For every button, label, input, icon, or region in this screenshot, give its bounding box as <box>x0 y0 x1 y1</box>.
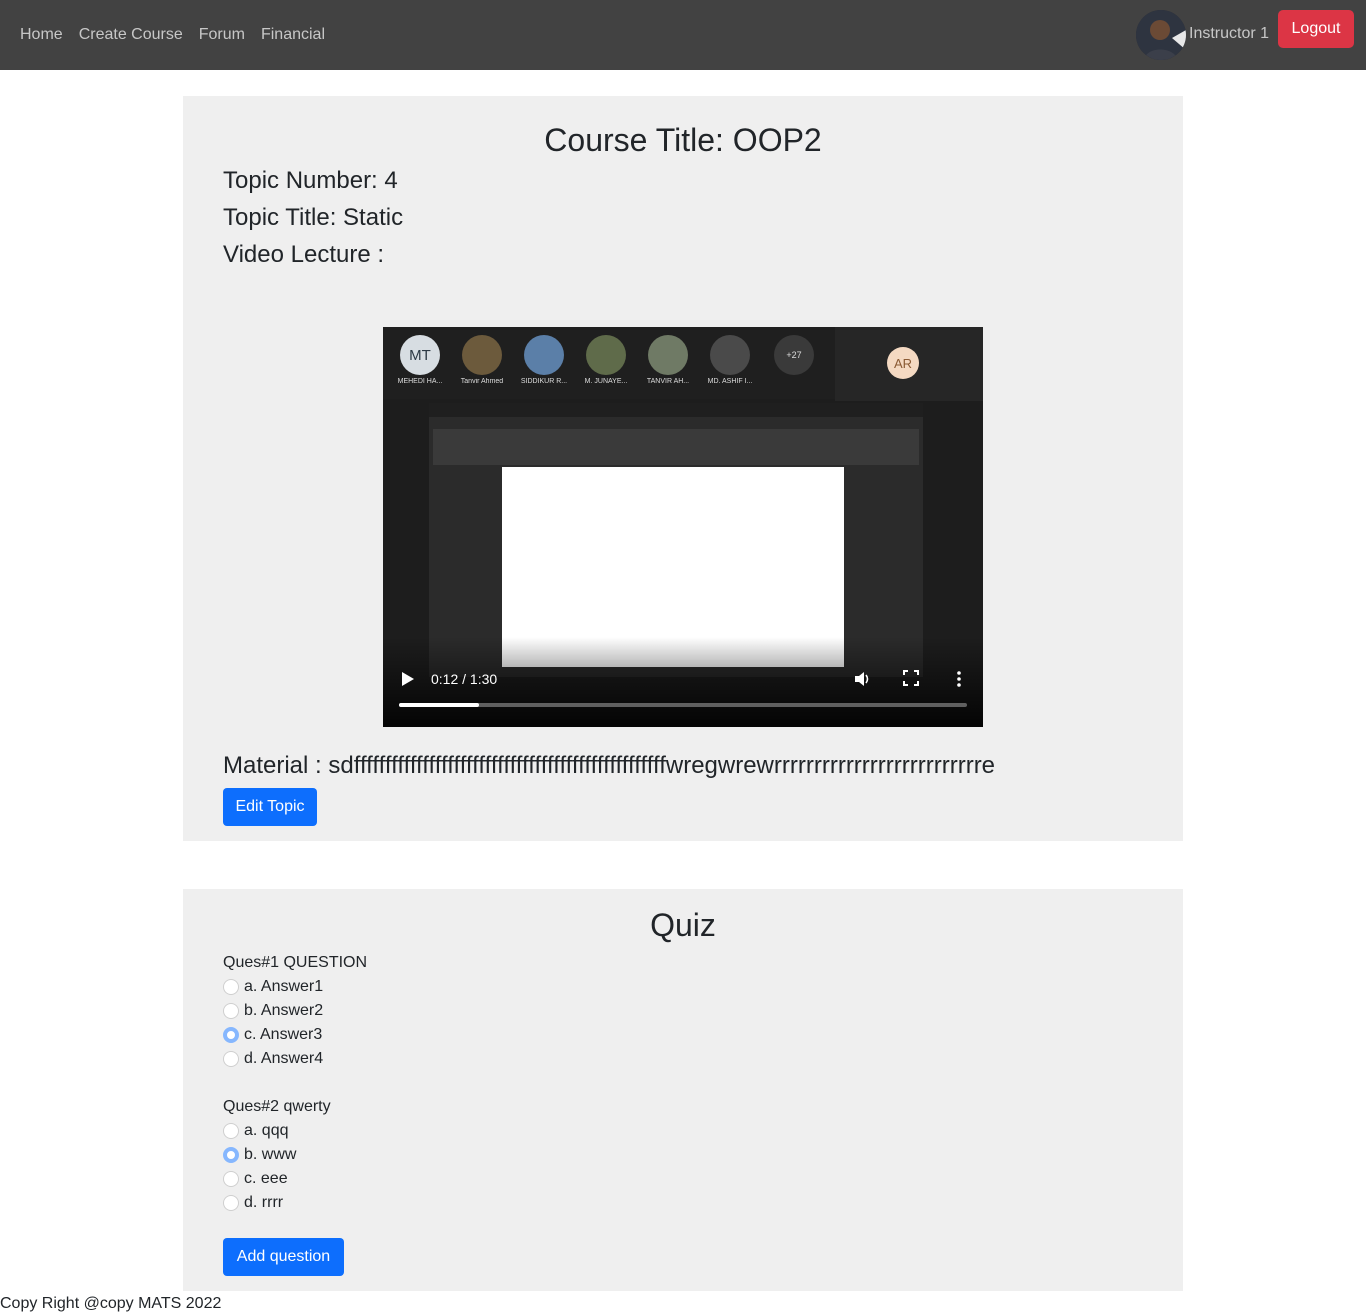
participant: SIDDIKUR R... <box>515 335 573 385</box>
answer-option[interactable]: d. rrrr <box>223 1191 331 1215</box>
speaker-avatar: AR <box>887 347 919 379</box>
answer-label[interactable]: b. www <box>244 1143 296 1167</box>
answer-option[interactable]: a. Answer1 <box>223 975 367 999</box>
topic-card: Course Title: OOP2 Topic Number: 4 Topic… <box>183 96 1183 841</box>
answer-radio[interactable] <box>223 1123 239 1139</box>
speaker-panel: AR <box>835 327 983 401</box>
answer-option[interactable]: b. Answer2 <box>223 999 367 1023</box>
fullscreen-icon[interactable] <box>903 670 919 686</box>
video-lecture-label: Video Lecture : <box>223 241 385 268</box>
participant-name: TANVIR AH... <box>646 378 690 385</box>
video-progress-bar[interactable] <box>399 703 967 707</box>
participant: TANVIR AH... <box>639 335 697 385</box>
answer-label[interactable]: d. rrrr <box>244 1191 283 1215</box>
answer-option[interactable]: a. qqq <box>223 1119 331 1143</box>
video-progress-fill <box>399 703 479 707</box>
participant-overflow-badge: +27 <box>774 335 814 375</box>
participant-name: MEHEDI HA... <box>397 378 443 385</box>
course-title: Course Title: OOP2 <box>544 122 822 158</box>
answer-label[interactable]: c. Answer3 <box>244 1023 322 1047</box>
answer-option[interactable]: c. Answer3 <box>223 1023 367 1047</box>
nav-link-financial[interactable]: Financial <box>261 25 325 45</box>
topic-number: Topic Number: 4 <box>223 167 398 194</box>
footer-copyright: Copy Right @copy MATS 2022 <box>0 1295 222 1312</box>
shared-screen-titlebar <box>429 403 923 417</box>
video-time: 0:12 / 1:30 <box>431 671 498 687</box>
quiz-question: Ques#1 QUESTION a. Answer1 b. Answer2 c.… <box>223 951 367 1071</box>
avatar-portrait-icon <box>1136 10 1186 60</box>
material-text: Material : sdfffffffffffffffffffffffffff… <box>223 752 996 779</box>
volume-icon[interactable] <box>853 670 871 688</box>
participant: Tanvir Ahmed <box>453 335 511 385</box>
question-text: Ques#1 QUESTION <box>223 954 368 971</box>
participant-name: M. JUNAYE... <box>584 378 628 385</box>
topic-title: Topic Title: Static <box>223 204 404 231</box>
answer-option[interactable]: b. www <box>223 1143 331 1167</box>
nav-link-create-course[interactable]: Create Course <box>79 25 183 45</box>
question-text: Ques#2 qwerty <box>223 1098 331 1115</box>
participant-strip: MT MEHEDI HA... Tanvir Ahmed SIDDIKUR R.… <box>383 327 835 399</box>
nav-link-home[interactable]: Home <box>20 25 63 45</box>
answer-radio[interactable] <box>223 1003 239 1019</box>
answer-label[interactable]: a. qqq <box>244 1119 288 1143</box>
answer-radio[interactable] <box>223 1147 239 1163</box>
answer-label[interactable]: a. Answer1 <box>244 975 323 999</box>
user-name[interactable]: Instructor 1 <box>1189 24 1269 44</box>
video-player[interactable]: MT MEHEDI HA... Tanvir Ahmed SIDDIKUR R.… <box>383 327 983 727</box>
nav-links: Home Create Course Forum Financial <box>20 25 325 45</box>
answer-option[interactable]: d. Answer4 <box>223 1047 367 1071</box>
quiz-card: Quiz Ques#1 QUESTION a. Answer1 b. Answe… <box>183 889 1183 1291</box>
nav-link-forum[interactable]: Forum <box>199 25 245 45</box>
participant-avatar <box>710 335 750 375</box>
shared-screen <box>429 403 923 677</box>
participant-name: MD. ASHIF I... <box>707 378 753 385</box>
answer-radio[interactable] <box>223 1195 239 1211</box>
participant-name: SIDDIKUR R... <box>520 378 568 385</box>
participant-avatar <box>524 335 564 375</box>
answer-label[interactable]: d. Answer4 <box>244 1047 323 1071</box>
participant-name: Tanvir Ahmed <box>460 378 504 385</box>
logout-button[interactable]: Logout <box>1278 10 1354 48</box>
answer-radio[interactable] <box>223 1171 239 1187</box>
participant: MD. ASHIF I... <box>701 335 759 385</box>
participant: +27 <box>765 335 823 375</box>
more-options-icon[interactable] <box>955 670 963 688</box>
answer-label[interactable]: b. Answer2 <box>244 999 323 1023</box>
answer-label[interactable]: c. eee <box>244 1167 288 1191</box>
quiz-question: Ques#2 qwerty a. qqq b. www c. eee d. rr… <box>223 1095 331 1215</box>
participant-avatar <box>648 335 688 375</box>
participant-avatar <box>586 335 626 375</box>
shared-screen-ribbon <box>433 429 919 465</box>
quiz-title: Quiz <box>650 907 716 943</box>
answer-option[interactable]: c. eee <box>223 1167 331 1191</box>
avatar[interactable] <box>1136 10 1186 60</box>
play-icon[interactable] <box>401 671 415 687</box>
participant-avatar <box>462 335 502 375</box>
answer-radio[interactable] <box>223 979 239 995</box>
answer-radio[interactable] <box>223 1027 239 1043</box>
participant: MT MEHEDI HA... <box>391 335 449 385</box>
edit-topic-button[interactable]: Edit Topic <box>223 788 317 826</box>
add-question-button[interactable]: Add question <box>223 1238 344 1276</box>
participant: M. JUNAYE... <box>577 335 635 385</box>
navbar: Home Create Course Forum Financial Instr… <box>0 0 1366 70</box>
answer-radio[interactable] <box>223 1051 239 1067</box>
participant-avatar: MT <box>400 335 440 375</box>
